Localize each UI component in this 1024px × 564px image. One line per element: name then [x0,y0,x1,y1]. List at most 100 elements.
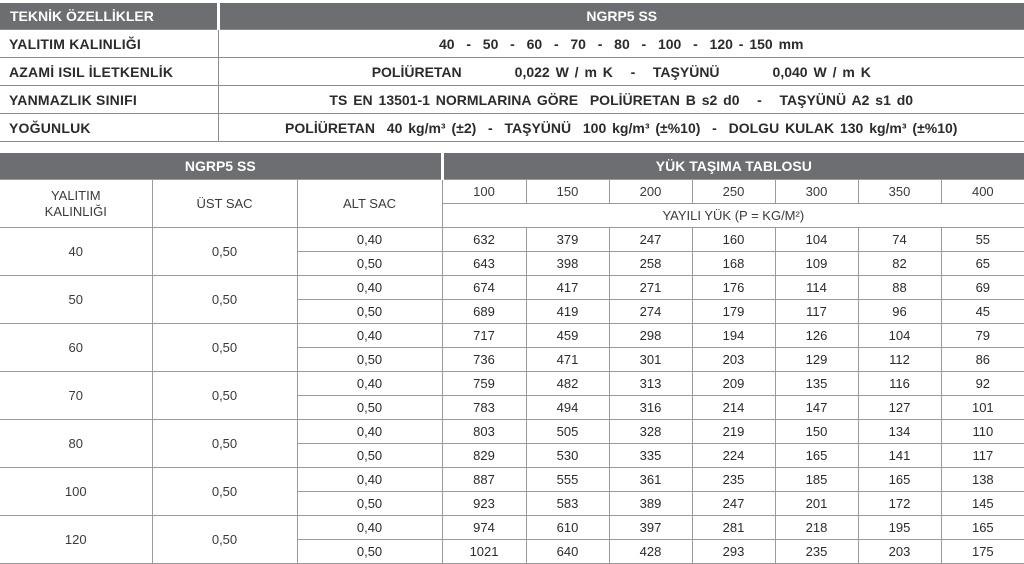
load-value-cell: 203 [691,347,776,372]
load-value-cell: 417 [525,275,610,300]
load-value-cell: 185 [774,467,859,492]
span-header: 300 [774,179,859,204]
load-value-cell: 179 [691,299,776,324]
thickness-cell: 80 [0,419,153,468]
spec-value: POLİÜRETAN 40 kg/m³ (±2) - TAŞYÜNÜ 100 k… [218,113,1024,142]
load-value-cell: 86 [940,347,1024,372]
load-row: 50 0,50 0,40 674 417 271 176 114 88 69 [0,275,1024,324]
span-header: 200 [608,179,693,204]
bottom-sheet-cell: 0,50 [296,395,443,420]
load-value-cell: 717 [441,323,527,348]
load-value-cell: 165 [774,443,859,468]
load-value-cell: 759 [441,371,527,396]
load-value-cell: 203 [857,539,942,564]
load-row: 60 0,50 0,40 717 459 298 194 126 104 79 [0,323,1024,372]
spec-label: YOĞUNLUK [0,113,219,142]
bottom-sheet-cell: 0,40 [296,323,443,348]
load-value-cell: 224 [691,443,776,468]
bottom-sheet-cell: 0,40 [296,275,443,300]
load-row: 80 0,50 0,40 803 505 328 219 150 134 110 [0,419,1024,468]
load-value-cell: 555 [525,467,610,492]
load-value-cell: 274 [608,299,693,324]
load-value-cell: 101 [940,395,1024,420]
thickness-cell: 50 [0,275,153,324]
load-value-cell: 247 [691,491,776,516]
load-value-cell: 138 [940,467,1024,492]
load-value-cell: 247 [608,227,693,252]
spec-label: YANMAZLIK SINIFI [0,85,219,114]
load-value-cell: 141 [857,443,942,468]
load-value-cell: 218 [774,515,859,540]
load-value-cell: 640 [525,539,610,564]
thickness-cell: 70 [0,371,153,420]
bottom-sheet-cell: 0,40 [296,227,443,252]
load-row: 40 0,50 0,40 632 379 247 160 104 74 55 [0,227,1024,276]
top-sheet-cell: 0,50 [151,227,298,276]
load-value-cell: 160 [691,227,776,252]
load-value-cell: 194 [691,323,776,348]
load-value-cell: 176 [691,275,776,300]
bottom-sheet-cell: 0,40 [296,515,443,540]
load-value-cell: 82 [857,251,942,276]
load-value-cell: 127 [857,395,942,420]
top-sheet-cell: 0,50 [151,275,298,324]
technical-specs-table: TEKNİK ÖZELLİKLER NGRP5 SS YALITIM KALIN… [0,3,1024,142]
load-value-cell: 328 [608,419,693,444]
load-value-cell: 201 [774,491,859,516]
spec-value: POLİÜRETAN 0,022 W / m K - TAŞYÜNÜ 0,040… [218,57,1024,86]
load-value-cell: 428 [608,539,693,564]
thickness-cell: 120 [0,515,153,564]
load-value-cell: 92 [940,371,1024,396]
col-top-sheet-header: ÜST SAC [151,179,298,228]
load-value-cell: 397 [608,515,693,540]
col-bottom-sheet-header: ALT SAC [296,179,443,228]
load-value-cell: 281 [691,515,776,540]
load-bearing-table: NGRP5 SS YÜK TAŞIMA TABLOSU YALITIM KALI… [0,153,1024,564]
spec-value: 40 - 50 - 60 - 70 - 80 - 100 - 120 - 150… [218,29,1024,58]
load-value-cell: 974 [441,515,527,540]
top-sheet-cell: 0,50 [151,467,298,516]
load-value-cell: 165 [940,515,1024,540]
load-value-cell: 74 [857,227,942,252]
load-value-cell: 235 [774,539,859,564]
load-value-cell: 96 [857,299,942,324]
load-header-product: NGRP5 SS [0,153,444,180]
span-header: 400 [940,179,1024,204]
load-value-cell: 88 [857,275,942,300]
load-value-cell: 271 [608,275,693,300]
load-value-cell: 494 [525,395,610,420]
load-value-cell: 129 [774,347,859,372]
load-value-cell: 165 [857,467,942,492]
load-value-cell: 175 [940,539,1024,564]
load-value-cell: 79 [940,323,1024,348]
spec-row-conductivity: AZAMİ ISIL İLETKENLİK POLİÜRETAN 0,022 W… [0,57,1024,86]
bottom-sheet-cell: 0,40 [296,419,443,444]
load-value-cell: 459 [525,323,610,348]
span-header: 100 [441,179,527,204]
load-value-cell: 116 [857,371,942,396]
load-value-cell: 313 [608,371,693,396]
load-value-cell: 301 [608,347,693,372]
load-value-cell: 471 [525,347,610,372]
load-value-cell: 65 [940,251,1024,276]
load-value-cell: 829 [441,443,527,468]
load-value-cell: 293 [691,539,776,564]
load-value-cell: 923 [441,491,527,516]
bottom-sheet-cell: 0,50 [296,539,443,564]
load-unit-label: YAYILI YÜK (P = KG/M²) [441,203,1024,228]
load-value-cell: 117 [774,299,859,324]
bottom-sheet-cell: 0,50 [296,299,443,324]
top-sheet-cell: 0,50 [151,323,298,372]
load-value-cell: 736 [441,347,527,372]
load-value-cell: 150 [774,419,859,444]
load-value-cell: 147 [774,395,859,420]
bottom-sheet-cell: 0,50 [296,251,443,276]
load-value-cell: 145 [940,491,1024,516]
span-header: 250 [691,179,776,204]
load-value-cell: 316 [608,395,693,420]
load-value-cell: 109 [774,251,859,276]
specs-header-row: TEKNİK ÖZELLİKLER NGRP5 SS [0,3,1024,30]
bottom-sheet-cell: 0,40 [296,467,443,492]
spec-value: TS EN 13501-1 NORMLARINA GÖRE POLİÜRETAN… [218,85,1024,114]
load-value-cell: 235 [691,467,776,492]
